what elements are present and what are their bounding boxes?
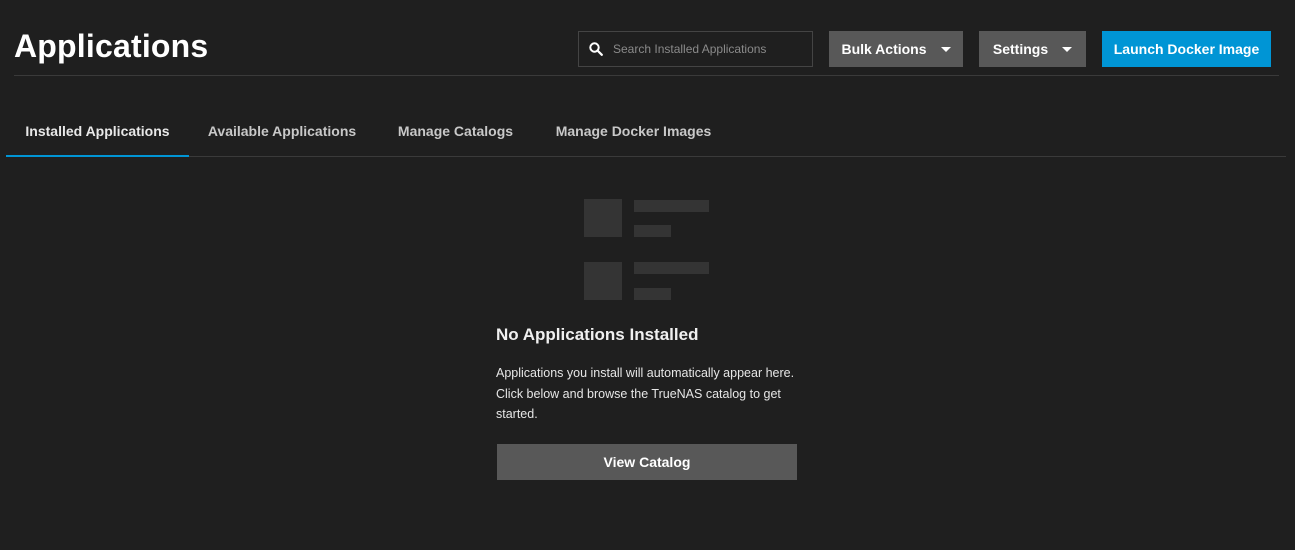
tab-manage-catalogs[interactable]: Manage Catalogs: [386, 106, 525, 156]
applications-page: Applications Bulk Actions Settings Launc…: [0, 0, 1295, 550]
launch-docker-image-label: Launch Docker Image: [1113, 41, 1260, 57]
settings-label: Settings: [992, 41, 1049, 57]
placeholder-bar: [634, 262, 709, 274]
bulk-actions-button[interactable]: Bulk Actions: [829, 31, 963, 67]
placeholder-bar: [634, 200, 709, 212]
list-placeholder-icon: [584, 199, 710, 300]
empty-state-title: No Applications Installed: [496, 325, 699, 344]
tab-manage-docker-images[interactable]: Manage Docker Images: [543, 106, 724, 156]
bulk-actions-label: Bulk Actions: [841, 41, 927, 57]
tab-installed-applications[interactable]: Installed Applications: [6, 106, 189, 157]
caret-down-icon: [940, 46, 951, 52]
launch-docker-image-button[interactable]: Launch Docker Image: [1102, 31, 1271, 67]
search-icon: [589, 42, 603, 56]
tab-bar: Installed Applications Available Applica…: [6, 106, 1286, 157]
search-input[interactable]: [603, 32, 812, 66]
placeholder-bar: [634, 288, 671, 300]
placeholder-bar: [634, 225, 671, 237]
search-box[interactable]: [578, 31, 813, 67]
tab-available-applications[interactable]: Available Applications: [197, 106, 367, 156]
page-header: Applications Bulk Actions Settings Launc…: [14, 0, 1279, 76]
caret-down-icon: [1062, 46, 1073, 52]
view-catalog-button[interactable]: View Catalog: [497, 444, 797, 480]
page-title: Applications: [14, 28, 209, 64]
placeholder-square: [584, 199, 622, 237]
placeholder-square: [584, 262, 622, 300]
settings-button[interactable]: Settings: [979, 31, 1086, 67]
empty-state-message: Applications you install will automatica…: [496, 366, 795, 421]
